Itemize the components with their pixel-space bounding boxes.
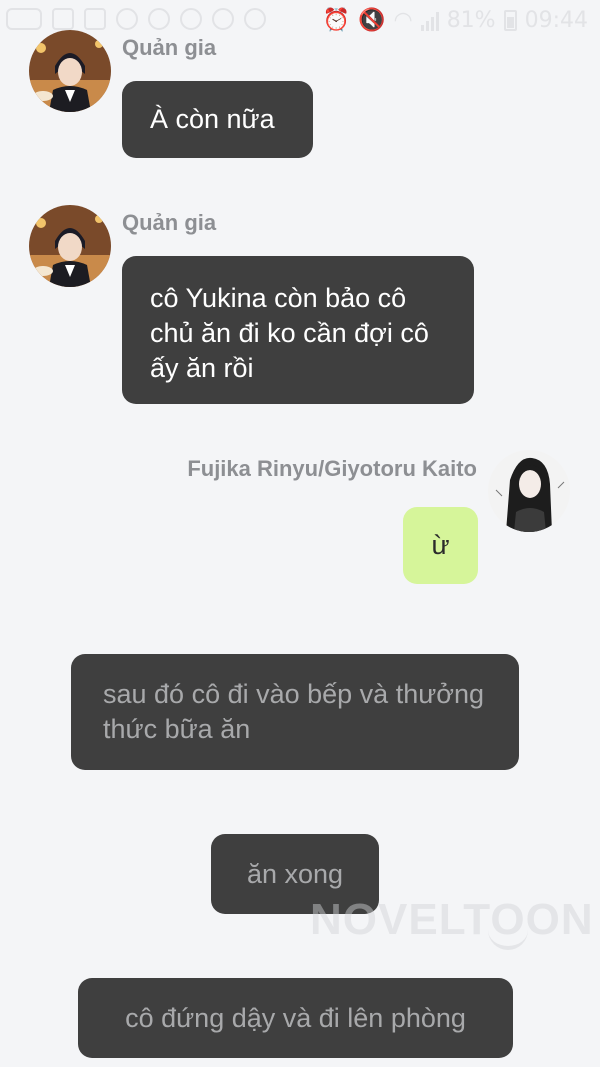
butler-avatar[interactable] (29, 30, 111, 112)
gallery-notification-icon (52, 8, 74, 30)
app-notification-icon (180, 8, 202, 30)
watermark-smile-icon (488, 926, 528, 950)
status-bar: ⏰ 🔇 ◠ 81% 09:44 (0, 0, 600, 40)
sender-name: Fujika Rinyu/Giyotoru Kaito (187, 456, 477, 481)
app-notification-icon (244, 8, 266, 30)
butler-avatar[interactable] (29, 205, 111, 287)
battery-icon (503, 10, 517, 31)
signal-icon (420, 11, 439, 31)
sender-name: Quản gia (122, 35, 217, 60)
my-message-bubble[interactable]: ừ (403, 507, 478, 584)
message-notification-icon (84, 8, 106, 30)
message-bubble[interactable]: cô Yukina còn bảo cô chủ ăn đi ko cần đợ… (122, 256, 474, 404)
status-right: ⏰ 🔇 ◠ 81% 09:44 (323, 8, 588, 33)
clock: 09:44 (524, 8, 588, 33)
wifi-icon: ◠ (393, 8, 413, 33)
noveltoon-watermark: NOVELTOON (310, 895, 594, 944)
battery-percent: 81% (446, 8, 496, 33)
app-notification-icon (148, 8, 170, 30)
message-bubble[interactable]: À còn nữa (122, 81, 313, 158)
narration-box[interactable]: cô đứng dậy và đi lên phòng (78, 978, 513, 1058)
alarm-icon: ⏰ (322, 8, 351, 33)
narration-box[interactable]: sau đó cô đi vào bếp và thưởng thức bữa … (71, 654, 519, 770)
messenger-notification-icon (6, 8, 42, 30)
user-avatar[interactable] (488, 450, 570, 532)
pinterest-notification-icon (116, 8, 138, 30)
notification-icons (6, 8, 266, 30)
app-notification-icon (212, 8, 234, 30)
mute-icon: 🔇 (358, 8, 386, 33)
sender-name: Quản gia (122, 210, 217, 235)
